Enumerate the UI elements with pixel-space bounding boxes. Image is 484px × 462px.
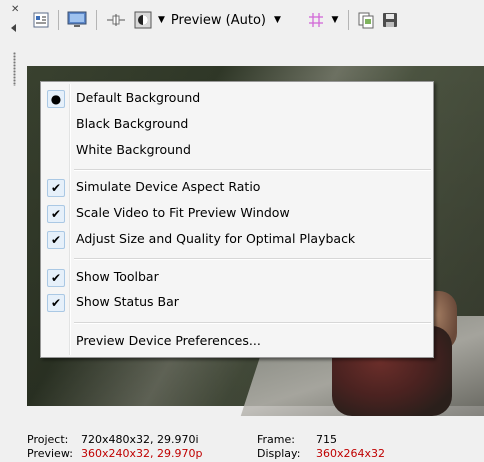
grid-button[interactable]	[306, 11, 326, 29]
menu-item-label: Show Toolbar	[76, 269, 159, 284]
check-icon: ✔	[47, 231, 65, 249]
menu-item-label: Preview Device Preferences...	[76, 333, 261, 348]
menu-item-preview-device-preferences[interactable]: Preview Device Preferences...	[41, 330, 433, 352]
check-icon: ✔	[47, 179, 65, 197]
project-label: Project:	[27, 433, 69, 446]
menu-separator	[74, 169, 431, 171]
menu-separator	[74, 322, 431, 324]
preview-value: 360x240x32, 29.970p	[81, 447, 203, 460]
status-bar: Project: 720x480x32, 29.970i Frame: 715 …	[27, 430, 484, 462]
save-snapshot-button[interactable]	[380, 10, 400, 30]
split-screen-icon	[107, 14, 125, 26]
preview-context-menu: ● Default Background Black Background Wh…	[40, 81, 434, 358]
save-snapshot-icon	[383, 13, 397, 27]
overlays-button[interactable]	[132, 10, 154, 30]
chevron-down-icon: ▼	[273, 15, 281, 25]
display-label: Display:	[257, 447, 301, 460]
menu-item-label: Default Background	[76, 90, 201, 105]
copy-snapshot-button[interactable]	[356, 10, 376, 30]
external-monitor-button[interactable]	[66, 10, 88, 30]
drag-grip[interactable]	[13, 52, 16, 86]
menu-item-label: Adjust Size and Quality for Optimal Play…	[76, 231, 356, 246]
menu-item-simulate-aspect-ratio[interactable]: ✔ Simulate Device Aspect Ratio	[41, 176, 433, 198]
split-screen-button[interactable]	[106, 12, 126, 28]
preview-label: Preview:	[27, 447, 73, 460]
menu-item-label: Black Background	[76, 116, 189, 131]
video-properties-button[interactable]	[32, 11, 50, 29]
frame-label: Frame:	[257, 433, 295, 446]
close-icon[interactable]: ✕	[11, 5, 19, 15]
menu-item-black-background[interactable]: Black Background	[41, 113, 433, 135]
project-value: 720x480x32, 29.970i	[81, 433, 199, 446]
menu-item-white-background[interactable]: White Background	[41, 139, 433, 161]
menu-item-scale-video-to-fit[interactable]: ✔ Scale Video to Fit Preview Window	[41, 202, 433, 224]
frame-value: 715	[316, 433, 337, 446]
dropdown-arrow-icon: ▼	[158, 15, 165, 25]
menu-item-show-toolbar[interactable]: ✔ Show Toolbar	[41, 266, 433, 288]
menu-item-adjust-size-quality[interactable]: ✔ Adjust Size and Quality for Optimal Pl…	[41, 228, 433, 250]
display-value: 360x264x32	[316, 447, 386, 460]
video-properties-icon	[33, 12, 49, 28]
menu-item-label: Show Status Bar	[76, 294, 179, 309]
check-icon: ✔	[47, 269, 65, 287]
menu-item-label: White Background	[76, 142, 191, 157]
grid-icon	[309, 13, 323, 27]
preview-quality-label: Preview (Auto)	[170, 12, 266, 28]
grid-dropdown-button[interactable]: ▼	[329, 11, 341, 29]
check-icon: ✔	[47, 205, 65, 223]
radio-selected-icon: ●	[47, 90, 65, 108]
copy-snapshot-icon	[358, 12, 374, 29]
menu-item-label: Scale Video to Fit Preview Window	[76, 205, 290, 220]
overlays-icon	[134, 11, 152, 29]
menu-item-default-background[interactable]: ● Default Background	[41, 87, 433, 109]
chevron-down-icon: ▼	[331, 15, 339, 25]
menu-item-label: Simulate Device Aspect Ratio	[76, 179, 261, 194]
check-icon: ✔	[47, 294, 65, 312]
preview-toolbar: ▼ Preview (Auto) ▼ ▼	[22, 0, 484, 40]
menu-separator	[74, 258, 431, 260]
left-dock-strip: ✕	[0, 0, 22, 420]
pin-icon[interactable]	[11, 24, 16, 32]
monitor-icon	[67, 11, 87, 27]
preview-quality-dropdown[interactable]: ▼ Preview (Auto) ▼	[158, 11, 298, 29]
menu-item-show-status-bar[interactable]: ✔ Show Status Bar	[41, 291, 433, 313]
